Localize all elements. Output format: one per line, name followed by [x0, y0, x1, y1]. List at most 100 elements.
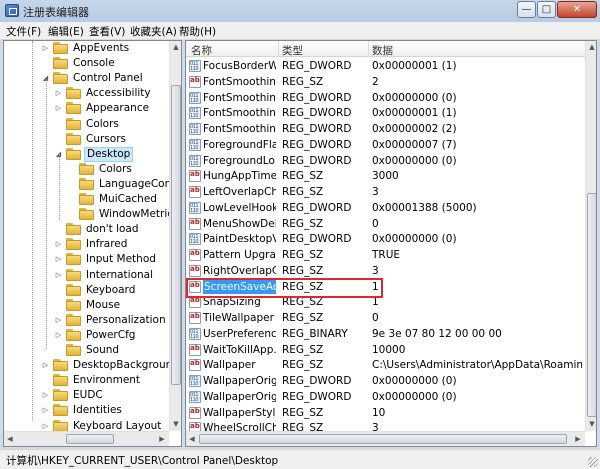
tree-item[interactable]: Mouse: [4, 298, 169, 313]
scroll-left-arrow-icon[interactable]: ◀: [4, 432, 16, 446]
tree-item[interactable]: ▷ Appearance: [4, 101, 169, 116]
menu-help[interactable]: 帮助(H): [179, 24, 216, 39]
value-row[interactable]: WaitToKillApp... REG_SZ 10000: [186, 342, 585, 358]
value-row[interactable]: FontSmoothin... REG_DWORD 0x00000002 (2): [186, 121, 585, 137]
expand-arrow-icon[interactable]: ▷: [54, 270, 63, 280]
scroll-left-arrow-icon[interactable]: ◀: [186, 432, 198, 446]
tree-item-label: DesktopBackground: [73, 359, 179, 372]
value-row[interactable]: FontSmoothin... REG_DWORD 0x00000001 (1): [186, 105, 585, 121]
tree-item[interactable]: MuiCached: [4, 192, 169, 207]
column-divider[interactable]: [368, 41, 369, 57]
scroll-down-arrow-icon[interactable]: ▼: [170, 418, 181, 431]
tree-vertical-scrollbar[interactable]: ▲ ▼: [169, 41, 181, 431]
value-row[interactable]: MenuShowDelay REG_SZ 0: [186, 216, 585, 232]
value-row[interactable]: WallpaperOrig... REG_DWORD 0x00000000 (0): [186, 373, 585, 389]
value-name: LowLevelHook...: [203, 201, 276, 214]
value-row[interactable]: PaintDesktopV... REG_DWORD 0x00000000 (0): [186, 231, 585, 247]
value-row[interactable]: Wallpaper REG_SZ C:\Users\Administrator\Ap…: [186, 357, 585, 373]
tree-item[interactable]: Sound: [4, 343, 169, 358]
registry-tree[interactable]: ▷ AppEvents Console ◢ Control Panel ▷ Accessib…: [3, 40, 182, 447]
expand-arrow-icon[interactable]: ▷: [41, 421, 50, 431]
binary-value-icon: [189, 107, 201, 120]
value-row[interactable]: FontSmoothing REG_SZ 2: [186, 74, 585, 90]
tree-horizontal-scroll-thumb[interactable]: [66, 434, 114, 444]
registry-values-list[interactable]: 名称 类型 数据 FocusBorderW... REG_DWORD 0x00000…: [185, 40, 597, 447]
value-row[interactable]: TileWallpaper REG_SZ 0: [186, 310, 585, 326]
scroll-down-arrow-icon[interactable]: ▼: [586, 418, 596, 431]
tree-item[interactable]: Colors: [4, 117, 169, 132]
value-name: MenuShowDelay: [203, 217, 276, 230]
expand-arrow-icon[interactable]: ▷: [54, 254, 63, 264]
menu-file[interactable]: 文件(F): [6, 24, 41, 39]
value-name: PaintDesktopV...: [203, 233, 276, 246]
tree-item[interactable]: WindowMetrics: [4, 207, 179, 222]
tree-item[interactable]: Colors: [4, 162, 169, 177]
scroll-up-arrow-icon[interactable]: ▲: [170, 41, 181, 54]
expand-arrow-icon[interactable]: ▷: [54, 239, 63, 249]
expand-arrow-icon[interactable]: ▷: [41, 360, 50, 370]
value-row[interactable]: WallpaperStyle REG_SZ 10: [186, 405, 585, 421]
tree-item[interactable]: ▷ DesktopBackground: [4, 358, 179, 373]
value-row[interactable]: ForegroundFla... REG_DWORD 0x00000007 (7): [186, 137, 585, 153]
tree-item[interactable]: ▷ Infrared: [4, 237, 169, 252]
tree-item[interactable]: ▷ Personalization: [4, 313, 169, 328]
list-horizontal-scrollbar[interactable]: ◀ ▶: [186, 431, 585, 446]
expand-arrow-icon[interactable]: ▷: [41, 390, 50, 400]
minimize-button[interactable]: —: [517, 1, 536, 18]
expand-arrow-icon[interactable]: ▷: [54, 315, 63, 325]
tree-item[interactable]: LanguageConfig: [4, 177, 181, 192]
value-row[interactable]: ForegroundLo... REG_DWORD 0x00000000 (0): [186, 153, 585, 169]
list-horizontal-scroll-thumb[interactable]: [199, 434, 567, 444]
tree-item[interactable]: ◢ Control Panel: [4, 71, 169, 86]
value-row[interactable]: WallpaperOrig... REG_DWORD 0x00000000 (0): [186, 389, 585, 405]
value-row[interactable]: UserPreferenc... REG_BINARY 9e 3e 07 80 12…: [186, 326, 585, 342]
tree-item-label: EUDC: [73, 389, 103, 402]
scroll-up-arrow-icon[interactable]: ▲: [586, 41, 596, 54]
tree-item[interactable]: Keyboard: [4, 283, 169, 298]
value-row[interactable]: LeftOverlapCh... REG_SZ 3: [186, 184, 585, 200]
tree-item[interactable]: Cursors: [4, 132, 169, 147]
tree-connector: [54, 224, 63, 234]
value-row[interactable]: FocusBorderW... REG_DWORD 0x00000001 (1): [186, 58, 585, 74]
tree-item[interactable]: ▷ AppEvents: [4, 41, 169, 56]
value-row[interactable]: LowLevelHook... REG_DWORD 0x00001388 (5000…: [186, 200, 585, 216]
menu-favorites[interactable]: 收藏夹(A): [130, 24, 177, 39]
list-vertical-scrollbar[interactable]: ▲ ▼: [585, 41, 596, 431]
tree-vertical-scroll-thumb[interactable]: [171, 85, 181, 385]
value-row[interactable]: Pattern Upgra... REG_SZ TRUE: [186, 247, 585, 263]
expand-arrow-icon[interactable]: ▷: [41, 43, 50, 53]
tree-item[interactable]: ◢ Desktop: [4, 146, 169, 162]
value-data: 2: [372, 75, 379, 88]
scroll-right-arrow-icon[interactable]: ▶: [572, 432, 584, 446]
menu-view[interactable]: 查看(V): [89, 24, 125, 39]
scroll-right-arrow-icon[interactable]: ▶: [156, 432, 168, 446]
tree-item[interactable]: Console: [4, 56, 169, 71]
maximize-button[interactable]: □: [537, 1, 556, 18]
list-vertical-scroll-thumb[interactable]: [587, 193, 596, 417]
expand-arrow-icon[interactable]: ▷: [54, 88, 63, 98]
value-row[interactable]: FontSmoothin... REG_DWORD 0x00000000 (0): [186, 90, 585, 106]
value-data: 0x00000007 (7): [372, 138, 457, 151]
expand-arrow-icon[interactable]: ▷: [54, 330, 63, 340]
tree-horizontal-scrollbar[interactable]: ◀ ▶: [4, 431, 169, 446]
tree-item[interactable]: Environment: [4, 373, 169, 388]
tree-item[interactable]: ▷ EUDC: [4, 388, 169, 403]
resize-grip-icon[interactable]: [588, 457, 598, 467]
expand-arrow-icon[interactable]: ▷: [54, 103, 63, 113]
column-name-header[interactable]: 名称: [191, 43, 212, 58]
tree-item[interactable]: ▷ PowerCfg: [4, 328, 169, 343]
tree-item[interactable]: ▷ Identities: [4, 403, 169, 418]
value-row[interactable]: HungAppTime... REG_SZ 3000: [186, 168, 585, 184]
menu-edit[interactable]: 编辑(E): [48, 24, 84, 39]
column-divider[interactable]: [278, 41, 279, 57]
expand-arrow-icon[interactable]: ▷: [41, 405, 50, 415]
tree-item[interactable]: ▷ Input Method: [4, 252, 169, 267]
value-row[interactable]: RightOverlapC... REG_SZ 3: [186, 263, 585, 279]
tree-item[interactable]: ▷ Accessibility: [4, 86, 169, 101]
column-data-header[interactable]: 数据: [372, 43, 393, 58]
close-button[interactable]: ✕: [557, 1, 597, 18]
column-type-header[interactable]: 类型: [282, 43, 303, 58]
folder-icon: [53, 359, 69, 372]
tree-item[interactable]: don't load: [4, 222, 169, 237]
tree-item[interactable]: ▷ International: [4, 268, 169, 283]
